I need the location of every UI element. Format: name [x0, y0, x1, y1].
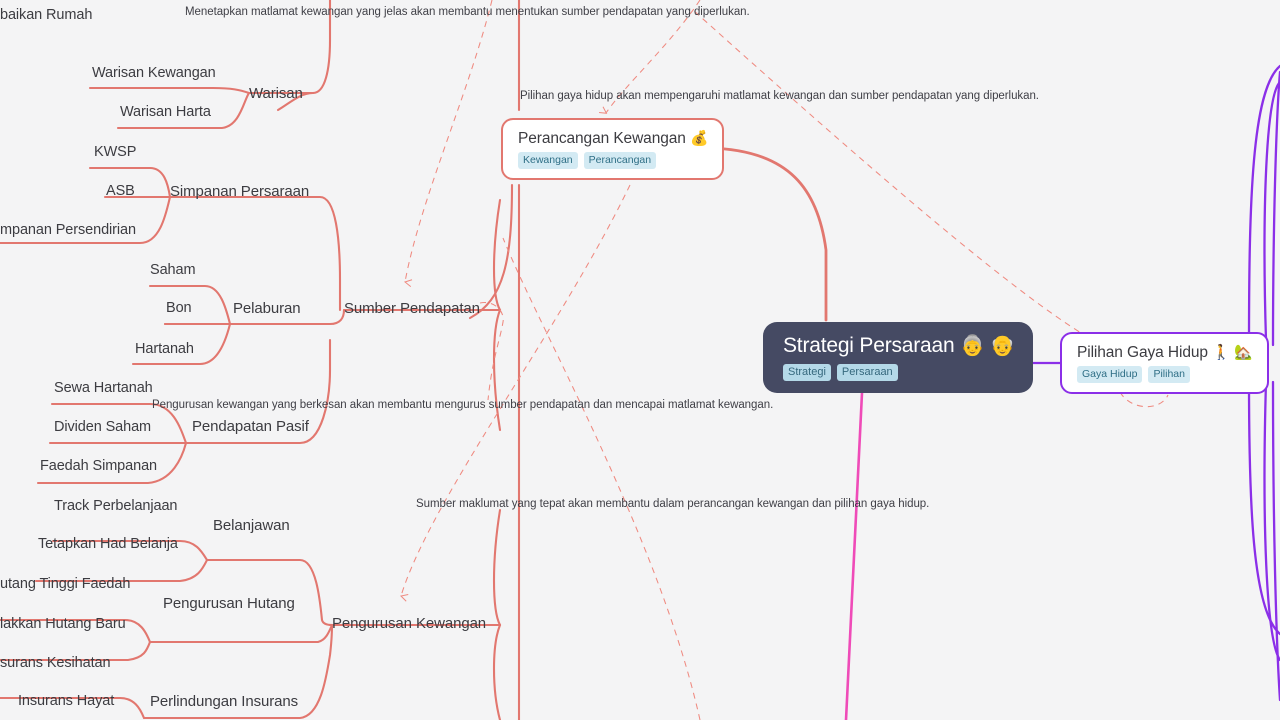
leaf-asb[interactable]: ASB	[106, 183, 135, 199]
subbranch-belanjawan[interactable]: Belanjawan	[213, 517, 290, 534]
leaf-faedah-simpanan[interactable]: Faedah Simpanan	[40, 458, 157, 474]
relationship-label-matlamat-sumber[interactable]: Menetapkan matlamat kewangan yang jelas …	[185, 6, 750, 18]
leaf-dividen-saham[interactable]: Dividen Saham	[54, 419, 151, 435]
tag-perancangan[interactable]: Perancangan	[583, 152, 657, 169]
branch-pengurusan-kewangan[interactable]: Pengurusan Kewangan	[332, 615, 486, 632]
subbranch-warisan[interactable]: Warisan	[249, 85, 303, 102]
central-node[interactable]: Strategi Persaraan 👵 👴 Strategi Persaraa…	[763, 322, 1033, 394]
node-pilihan-gaya-hidup[interactable]: Pilihan Gaya Hidup 🚶 🏡 Gaya Hidup Piliha…	[1060, 332, 1269, 394]
leaf-sewa-hartanah[interactable]: Sewa Hartanah	[54, 380, 153, 396]
elderly-emoji: 👵 👴	[960, 335, 1015, 357]
node-perancangan-kewangan-tags: Kewangan Perancangan	[518, 152, 657, 169]
relationship-label-sumber-maklumat[interactable]: Sumber maklumat yang tepat akan membantu…	[416, 498, 929, 510]
dashed-curve-gayahidup-hook	[1119, 391, 1169, 408]
tag-gaya-hidup[interactable]: Gaya Hidup	[1077, 366, 1143, 383]
branch-sumber-pendapatan[interactable]: Sumber Pendapatan	[344, 300, 480, 317]
relationship-label-gaya-hidup-matlamat[interactable]: Pilihan gaya hidup akan mempengaruhi mat…	[520, 90, 1039, 102]
leaf-hartanah[interactable]: Hartanah	[135, 341, 194, 357]
subbranch-pendapatan-pasif[interactable]: Pendapatan Pasif	[192, 418, 309, 435]
leaf-bon[interactable]: Bon	[166, 300, 192, 316]
leaf-simpanan-persendirian[interactable]: mpanan Persendirian	[0, 222, 136, 238]
central-node-title: Strategi Persaraan 👵 👴	[783, 334, 1015, 357]
leaf-tetapkan-had-belanja[interactable]: Tetapkan Had Belanja	[38, 536, 178, 552]
dashed-curve-sumber	[403, 0, 493, 288]
magenta-relationship-wire	[844, 391, 864, 720]
leaf-insurans-hayat[interactable]: Insurans Hayat	[18, 693, 114, 709]
tag-persaraan[interactable]: Persaraan	[836, 364, 898, 382]
node-pilihan-gaya-hidup-tags: Gaya Hidup Pilihan	[1077, 366, 1190, 383]
mindmap-canvas[interactable]: Strategi Persaraan 👵 👴 Strategi Persaraa…	[0, 0, 1280, 720]
dashed-curve-sumber-hook	[479, 302, 504, 401]
tag-pilihan[interactable]: Pilihan	[1148, 366, 1190, 383]
walking-house-icon: 🚶 🏡	[1212, 345, 1253, 361]
subbranch-pengurusan-hutang[interactable]: Pengurusan Hutang	[163, 595, 295, 612]
central-node-tags: Strategi Persaraan	[783, 364, 898, 382]
dashed-curve-gayahidup-diagonal	[692, 9, 1099, 344]
node-perancangan-kewangan[interactable]: Perancangan Kewangan 💰 Kewangan Perancan…	[501, 118, 725, 180]
leaf-warisan-harta[interactable]: Warisan Harta	[120, 104, 211, 120]
dashed-curve-pengurusan	[399, 184, 631, 602]
leaf-baikan-rumah[interactable]: baikan Rumah	[0, 7, 92, 23]
leaf-kwsp[interactable]: KWSP	[94, 144, 136, 160]
leaf-elakkan-hutang-baru[interactable]: lakkan Hutang Baru	[0, 616, 126, 632]
leaf-warisan-kewangan[interactable]: Warisan Kewangan	[92, 65, 216, 81]
leaf-hutang-tinggi-faedah[interactable]: utang Tinggi Faedah	[0, 576, 130, 592]
subbranch-perlindungan-insurans[interactable]: Perlindungan Insurans	[150, 693, 298, 710]
leaf-insurans-kesihatan[interactable]: surans Kesihatan	[0, 655, 111, 671]
money-bag-icon: 💰	[690, 131, 709, 147]
leaf-saham[interactable]: Saham	[150, 262, 196, 278]
leaf-track-perbelanjaan[interactable]: Track Perbelanjaan	[54, 498, 178, 514]
node-pilihan-gaya-hidup-title: Pilihan Gaya Hidup 🚶 🏡	[1077, 344, 1253, 361]
subbranch-simpanan-persaraan[interactable]: Simpanan Persaraan	[170, 183, 309, 200]
tag-strategi[interactable]: Strategi	[783, 364, 831, 382]
tag-kewangan[interactable]: Kewangan	[518, 152, 578, 169]
subbranch-pelaburan[interactable]: Pelaburan	[233, 300, 301, 317]
relationship-label-pengurusan-matlamat[interactable]: Pengurusan kewangan yang berkesan akan m…	[152, 399, 773, 411]
dashed-curve-long-sweep	[502, 237, 701, 720]
node-perancangan-kewangan-title: Perancangan Kewangan 💰	[518, 130, 709, 147]
